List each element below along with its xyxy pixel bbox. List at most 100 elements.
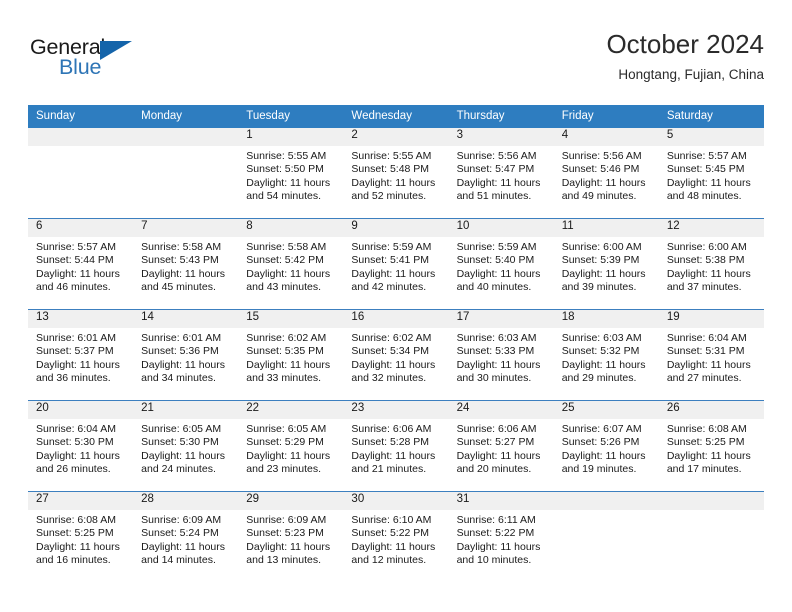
sunrise-text: Sunrise: 6:06 AM (456, 423, 537, 435)
day-number: 5 (658, 128, 764, 146)
sunrise-text: Sunrise: 6:03 AM (456, 332, 537, 344)
sunrise-text: Sunrise: 5:58 AM (141, 241, 222, 253)
sunrise-text: Sunrise: 5:55 AM (246, 150, 327, 162)
day-cell[interactable]: 11 Sunrise: 6:00 AM Sunset: 5:39 PM Dayl… (553, 218, 659, 310)
sunset-text: Sunset: 5:41 PM (351, 254, 430, 267)
daylight-text-line2: and 13 minutes. (246, 554, 321, 567)
day-cell[interactable]: 6 Sunrise: 5:57 AM Sunset: 5:44 PM Dayli… (28, 218, 134, 310)
daylight-text-line1: Daylight: 11 hours (456, 449, 541, 462)
day-cell[interactable]: 4 Sunrise: 5:56 AM Sunset: 5:46 PM Dayli… (553, 128, 659, 219)
day-cell[interactable]: 15 Sunrise: 6:02 AM Sunset: 5:35 PM Dayl… (238, 309, 344, 401)
daylight-text-line1: Daylight: 11 hours (351, 358, 436, 371)
daylight-text-line2: and 48 minutes. (666, 190, 742, 203)
day-cell[interactable]: 7 Sunrise: 5:58 AM Sunset: 5:43 PM Dayli… (133, 218, 239, 310)
day-cell[interactable]: 10 Sunrise: 5:59 AM Sunset: 5:40 PM Dayl… (448, 218, 554, 310)
week-row: 27 Sunrise: 6:08 AM Sunset: 5:25 PM Dayl… (28, 491, 764, 582)
daylight-text-line1: Daylight: 11 hours (141, 358, 225, 371)
day-number: 14 (133, 310, 239, 328)
day-cell[interactable]: 23 Sunrise: 6:06 AM Sunset: 5:28 PM Dayl… (343, 400, 449, 492)
sunrise-text: Sunrise: 6:04 AM (666, 332, 747, 344)
daylight-text-line2: and 30 minutes. (456, 372, 532, 385)
day-cell[interactable]: 31 Sunrise: 6:11 AM Sunset: 5:22 PM Dayl… (448, 491, 554, 582)
brand-logo[interactable]: General Blue (30, 34, 150, 86)
day-cell[interactable]: 9 Sunrise: 5:59 AM Sunset: 5:41 PM Dayli… (343, 218, 449, 310)
sunrise-text: Sunrise: 5:59 AM (351, 241, 432, 253)
day-cell[interactable]: 21 Sunrise: 6:05 AM Sunset: 5:30 PM Dayl… (133, 400, 239, 492)
daylight-text-line1: Daylight: 11 hours (141, 449, 225, 462)
weekday-header-monday: Monday (133, 105, 239, 128)
weekday-header-friday: Friday (553, 105, 659, 128)
day-cell[interactable]: 16 Sunrise: 6:02 AM Sunset: 5:34 PM Dayl… (343, 309, 449, 401)
daylight-text-line2: and 45 minutes. (141, 281, 216, 294)
day-number: 10 (448, 219, 554, 237)
daylight-text-line1: Daylight: 11 hours (246, 358, 331, 371)
day-number: 4 (553, 128, 659, 146)
daylight-text-line2: and 24 minutes. (141, 463, 216, 476)
sunset-text: Sunset: 5:34 PM (351, 345, 430, 358)
day-number: 17 (448, 310, 554, 328)
day-number: 11 (553, 219, 659, 237)
day-cell[interactable]: 19 Sunrise: 6:04 AM Sunset: 5:31 PM Dayl… (658, 309, 764, 401)
daylight-text-line1: Daylight: 11 hours (351, 449, 436, 462)
sunset-text: Sunset: 5:36 PM (141, 345, 219, 358)
day-cell[interactable]: 25 Sunrise: 6:07 AM Sunset: 5:26 PM Dayl… (553, 400, 659, 492)
daylight-text-line1: Daylight: 11 hours (666, 449, 751, 462)
sunset-text: Sunset: 5:33 PM (456, 345, 535, 358)
day-number: 25 (553, 401, 659, 419)
sunset-text: Sunset: 5:24 PM (141, 527, 219, 540)
weekday-header-saturday: Saturday (658, 105, 764, 128)
sunrise-text: Sunrise: 5:56 AM (456, 150, 537, 162)
day-cell[interactable]: 8 Sunrise: 5:58 AM Sunset: 5:42 PM Dayli… (238, 218, 344, 310)
day-cell[interactable]: 5 Sunrise: 5:57 AM Sunset: 5:45 PM Dayli… (658, 128, 764, 219)
daylight-text-line1: Daylight: 11 hours (141, 540, 225, 553)
calendar-page: General Blue October 2024 Hongtang, Fuji… (0, 0, 792, 612)
sunset-text: Sunset: 5:22 PM (456, 527, 535, 540)
sunrise-text: Sunrise: 5:56 AM (561, 150, 642, 162)
day-number: 29 (238, 492, 344, 510)
daylight-text-line2: and 14 minutes. (141, 554, 216, 567)
day-number: 22 (238, 401, 344, 419)
sunset-text: Sunset: 5:25 PM (36, 527, 114, 540)
day-cell[interactable]: 24 Sunrise: 6:06 AM Sunset: 5:27 PM Dayl… (448, 400, 554, 492)
day-cell[interactable]: 14 Sunrise: 6:01 AM Sunset: 5:36 PM Dayl… (133, 309, 239, 401)
day-cell[interactable]: 1 Sunrise: 5:55 AM Sunset: 5:50 PM Dayli… (238, 128, 344, 219)
sunset-text: Sunset: 5:35 PM (246, 345, 324, 358)
sunset-text: Sunset: 5:28 PM (351, 436, 430, 449)
day-cell[interactable]: 29 Sunrise: 6:09 AM Sunset: 5:23 PM Dayl… (238, 491, 344, 582)
sunrise-text: Sunrise: 6:01 AM (141, 332, 222, 344)
sunrise-text: Sunrise: 6:03 AM (561, 332, 642, 344)
day-number: 31 (448, 492, 554, 510)
day-cell[interactable]: 2 Sunrise: 5:55 AM Sunset: 5:48 PM Dayli… (343, 128, 449, 219)
day-cell[interactable]: 3 Sunrise: 5:56 AM Sunset: 5:47 PM Dayli… (448, 128, 554, 219)
day-cell[interactable]: 26 Sunrise: 6:08 AM Sunset: 5:25 PM Dayl… (658, 400, 764, 492)
sunrise-text: Sunrise: 6:05 AM (246, 423, 327, 435)
daylight-text-line1: Daylight: 11 hours (666, 358, 751, 371)
sunrise-text: Sunrise: 6:08 AM (36, 514, 116, 526)
sunset-text: Sunset: 5:23 PM (246, 527, 324, 540)
sunrise-text: Sunrise: 6:11 AM (456, 514, 536, 526)
day-cell[interactable]: 13 Sunrise: 6:01 AM Sunset: 5:37 PM Dayl… (28, 309, 134, 401)
sunrise-text: Sunrise: 5:57 AM (666, 150, 747, 162)
daylight-text-line2: and 43 minutes. (246, 281, 321, 294)
page-header: General Blue October 2024 Hongtang, Fuji… (28, 28, 764, 98)
day-cell[interactable]: 27 Sunrise: 6:08 AM Sunset: 5:25 PM Dayl… (28, 491, 134, 582)
day-cell[interactable]: 18 Sunrise: 6:03 AM Sunset: 5:32 PM Dayl… (553, 309, 659, 401)
week-row: 1 Sunrise: 5:55 AM Sunset: 5:50 PM Dayli… (28, 128, 764, 219)
daylight-text-line2: and 49 minutes. (561, 190, 637, 203)
day-cell-empty (133, 128, 239, 219)
day-cell[interactable]: 12 Sunrise: 6:00 AM Sunset: 5:38 PM Dayl… (658, 218, 764, 310)
day-cell[interactable]: 28 Sunrise: 6:09 AM Sunset: 5:24 PM Dayl… (133, 491, 239, 582)
day-number: 12 (658, 219, 764, 237)
triangle-icon (100, 41, 132, 60)
daylight-text-line2: and 34 minutes. (141, 372, 216, 385)
daylight-text-line2: and 42 minutes. (351, 281, 427, 294)
calendar-grid: Sunday Monday Tuesday Wednesday Thursday… (28, 105, 764, 582)
daylight-text-line2: and 12 minutes. (351, 554, 427, 567)
sunrise-text: Sunrise: 6:04 AM (36, 423, 116, 435)
day-cell[interactable]: 30 Sunrise: 6:10 AM Sunset: 5:22 PM Dayl… (343, 491, 449, 582)
week-row: 13 Sunrise: 6:01 AM Sunset: 5:37 PM Dayl… (28, 309, 764, 401)
day-cell[interactable]: 22 Sunrise: 6:05 AM Sunset: 5:29 PM Dayl… (238, 400, 344, 492)
daylight-text-line1: Daylight: 11 hours (351, 176, 436, 189)
day-cell[interactable]: 20 Sunrise: 6:04 AM Sunset: 5:30 PM Dayl… (28, 400, 134, 492)
day-cell[interactable]: 17 Sunrise: 6:03 AM Sunset: 5:33 PM Dayl… (448, 309, 554, 401)
